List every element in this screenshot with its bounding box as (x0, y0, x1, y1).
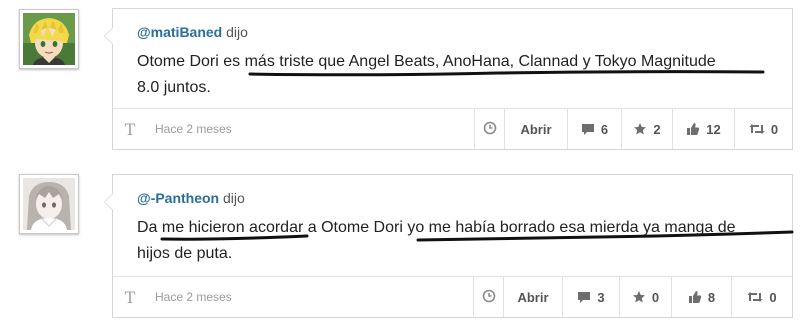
author-line: @-Pantheon dijo (137, 190, 245, 206)
comment-icon (581, 123, 595, 136)
post-footer: T Hace 2 meses Abrir 3 0 8 0 (113, 276, 792, 317)
like-button[interactable]: 12 (672, 109, 734, 149)
post-text-line: 8.0 juntos. (137, 79, 211, 96)
comments-button[interactable]: 3 (562, 277, 619, 317)
repost-icon (749, 123, 765, 135)
likes-count: 8 (707, 289, 716, 305)
post-date: Hace 2 meses (155, 290, 232, 304)
thumbs-up-icon (688, 290, 702, 304)
schedule-button[interactable] (473, 277, 503, 317)
post-text-line: Da me hicieron acordar a Otome Dori yo m… (137, 219, 736, 236)
said-label: dijo (222, 190, 245, 206)
post-text-line: Otome Dori es más triste que Angel Beats… (137, 53, 716, 70)
post: @-Pantheon dijo Da me hicieron acordar a… (0, 165, 807, 331)
like-button[interactable]: 8 (671, 277, 731, 317)
post-text: Otome Dori es más triste que Angel Beats… (137, 49, 767, 101)
clock-icon (483, 121, 497, 138)
type-icon: T (124, 119, 136, 139)
type-icon: T (124, 287, 136, 307)
said-label: dijo (226, 24, 248, 40)
comment-icon (577, 291, 591, 304)
post-card: @matiBaned dijo Otome Dori es más triste… (104, 8, 793, 150)
post-footer: T Hace 2 meses Abrir 6 2 12 0 (113, 108, 792, 149)
post: @matiBaned dijo Otome Dori es más triste… (0, 0, 807, 165)
star-icon (633, 122, 647, 136)
clock-icon (482, 289, 496, 306)
username-link[interactable]: @matiBaned (137, 24, 222, 40)
avatar-image (23, 178, 75, 230)
username-link[interactable]: @-Pantheon (137, 190, 219, 206)
post-text: Da me hicieron acordar a Otome Dori yo m… (137, 215, 767, 267)
author-line: @matiBaned dijo (137, 24, 248, 40)
comments-count: 3 (597, 289, 605, 305)
star-icon (632, 290, 646, 304)
open-button[interactable]: Abrir (503, 277, 562, 317)
comments-button[interactable]: 6 (567, 109, 621, 149)
avatar-image (23, 13, 75, 65)
avatar[interactable] (19, 174, 79, 234)
favorite-button[interactable]: 2 (621, 109, 672, 149)
schedule-button[interactable] (474, 109, 504, 149)
repost-icon (747, 291, 763, 303)
reposts-count: 0 (769, 289, 777, 305)
favorites-count: 2 (653, 121, 661, 137)
avatar[interactable] (19, 9, 79, 69)
repost-button[interactable]: 0 (734, 109, 792, 149)
favorites-count: 0 (651, 289, 660, 305)
open-button[interactable]: Abrir (504, 109, 567, 149)
reposts-count: 0 (770, 121, 779, 137)
repost-button[interactable]: 0 (731, 277, 792, 317)
post-date: Hace 2 meses (155, 122, 232, 136)
likes-count: 12 (706, 121, 721, 137)
post-card: @-Pantheon dijo Da me hicieron acordar a… (104, 174, 794, 318)
post-text-line: hijos de puta. (137, 245, 233, 262)
comments-count: 6 (600, 121, 609, 137)
thumbs-up-icon (686, 122, 700, 136)
favorite-button[interactable]: 0 (619, 277, 671, 317)
